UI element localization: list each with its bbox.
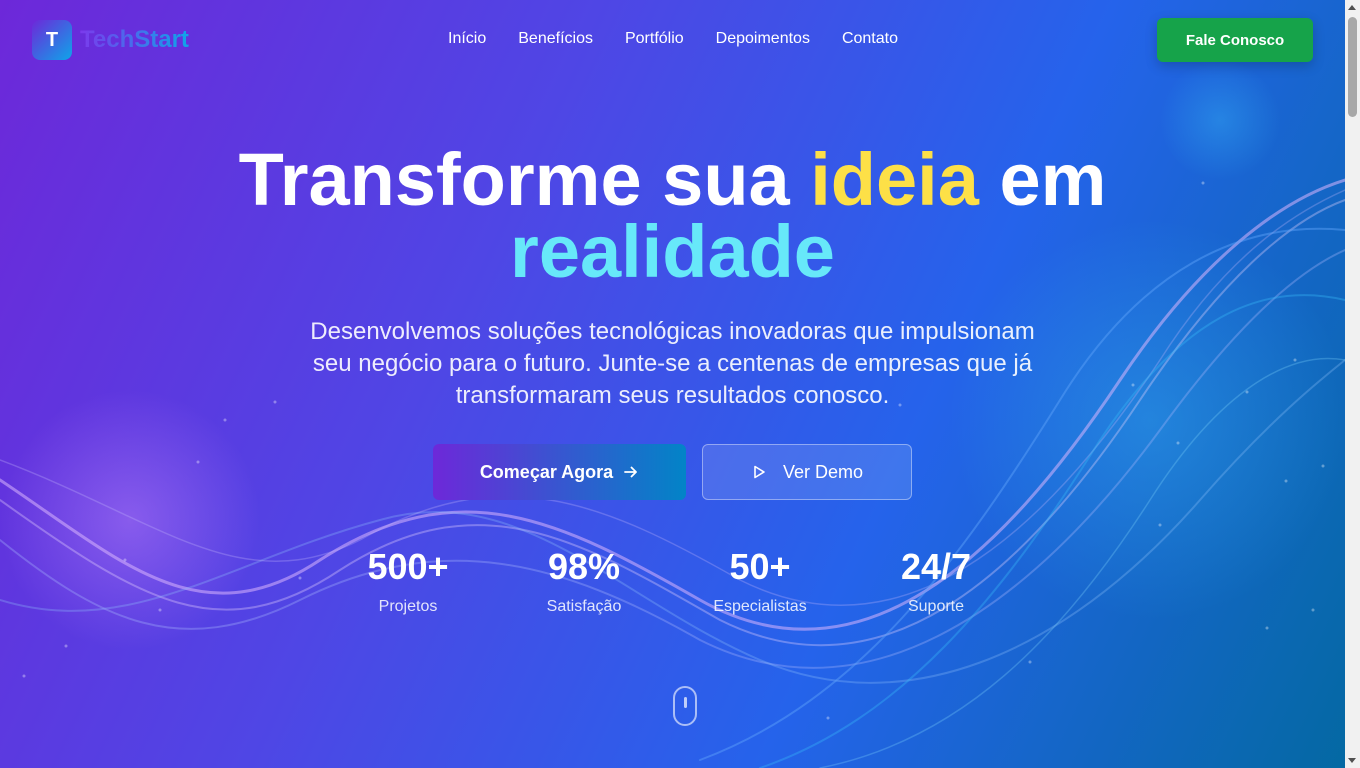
logo-text: TechStart (80, 26, 189, 53)
stat-value: 50+ (729, 546, 791, 587)
nav-link-portfolio[interactable]: Portfólio (625, 30, 684, 48)
stat-label: Especialistas (713, 598, 807, 615)
start-now-button[interactable]: Começar Agora (433, 444, 686, 500)
stat-label: Projetos (378, 598, 438, 615)
stat-value: 24/7 (900, 546, 972, 587)
stat-label: Suporte (907, 598, 965, 615)
nav-link-contato[interactable]: Contato (842, 30, 898, 48)
logo-badge: T (32, 20, 72, 60)
view-demo-button[interactable]: Ver Demo (702, 444, 912, 500)
contact-us-button[interactable]: Fale Conosco (1157, 18, 1313, 62)
scroll-dot (684, 697, 687, 708)
stat-specialists: 50+ Especialistas (685, 546, 835, 616)
arrow-right-icon (624, 466, 638, 478)
hero-title-highlight-ideia: ideia (810, 138, 979, 221)
stat-projects: 500+ Projetos (333, 546, 483, 616)
page-scrollbar[interactable] (1345, 0, 1360, 768)
main-menu: Início Benefícios Portfólio Depoimentos … (448, 30, 898, 48)
hero-title-part2: em (978, 138, 1107, 221)
nav-link-beneficios[interactable]: Benefícios (518, 30, 593, 48)
top-navbar: T TechStart Início Benefícios Portfólio … (0, 0, 1345, 80)
hero-title-part1: Transforme sua (238, 138, 811, 221)
logo[interactable]: T TechStart (32, 20, 189, 60)
hero-title-highlight-realidade: realidade (510, 210, 835, 293)
stat-satisfaction: 98% Satisfação (509, 546, 659, 616)
stat-value: 500+ (367, 546, 449, 587)
mouse-scroll-icon[interactable] (673, 686, 697, 726)
page: T TechStart Início Benefícios Portfólio … (0, 0, 1345, 768)
hero-title: Transforme sua ideia em realidade (0, 143, 1345, 289)
start-now-label: Começar Agora (479, 461, 614, 482)
view-demo-label: Ver Demo (782, 461, 864, 482)
scrollbar-thumb[interactable] (1348, 17, 1357, 117)
scroll-up-icon[interactable] (1348, 5, 1356, 10)
nav-link-depoimentos[interactable]: Depoimentos (716, 30, 810, 48)
play-icon (754, 465, 765, 479)
stat-support: 24/7 Suporte (861, 546, 1011, 616)
hero-subtitle: Desenvolvemos soluções tecnológicas inov… (310, 318, 1035, 409)
scroll-down-icon[interactable] (1348, 758, 1356, 763)
stat-value: 98% (547, 546, 621, 587)
stat-label: Satisfação (546, 598, 622, 615)
nav-link-inicio[interactable]: Início (448, 30, 486, 48)
